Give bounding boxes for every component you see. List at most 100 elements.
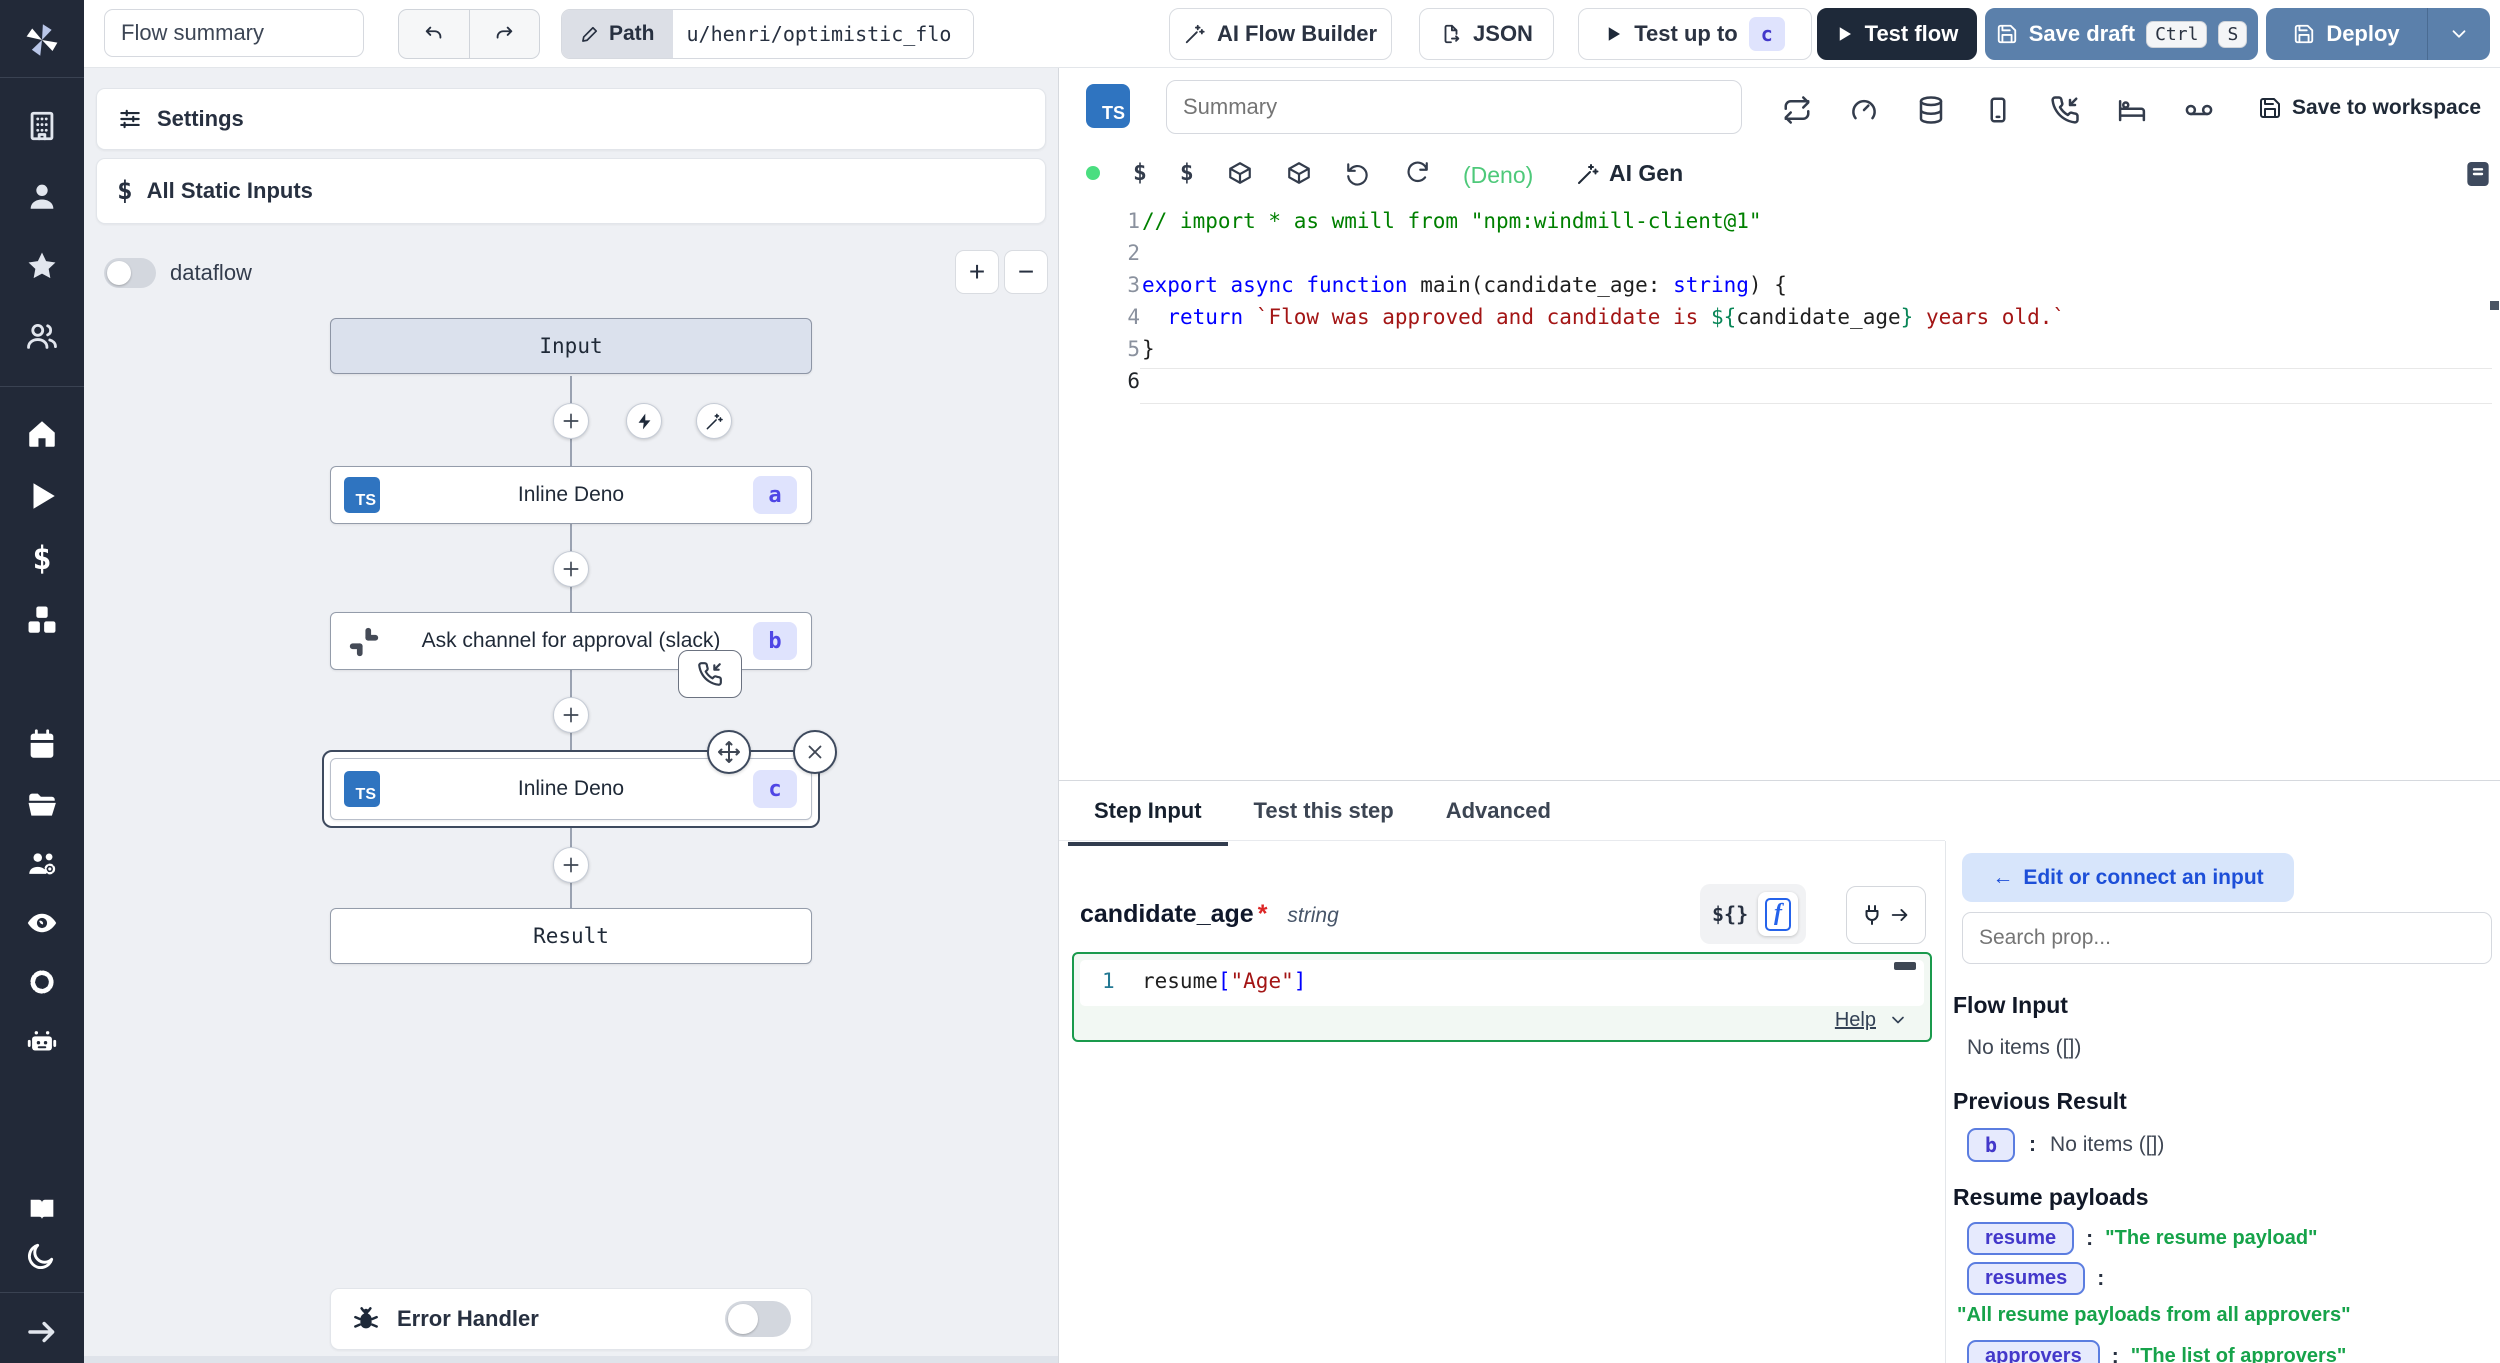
- move-node-handle[interactable]: [707, 730, 751, 774]
- retries-icon[interactable]: [1782, 95, 1812, 125]
- package-icon[interactable]: [1227, 160, 1253, 186]
- settings-icon[interactable]: [25, 965, 59, 999]
- dollar-icon: $: [117, 176, 133, 206]
- tab-step-input[interactable]: Step Input: [1068, 782, 1228, 846]
- test-flow-button[interactable]: Test flow: [1817, 8, 1977, 60]
- approvers-badge[interactable]: approvers: [1967, 1340, 2100, 1363]
- audit-logs-icon[interactable]: [25, 906, 59, 940]
- flow-input-empty: No items ([]): [1967, 1036, 2081, 1060]
- all-static-inputs-label: All Static Inputs: [147, 178, 313, 204]
- add-step-button-2[interactable]: [553, 551, 589, 587]
- variables-picker-icon[interactable]: $: [1180, 160, 1194, 186]
- workspace-icon[interactable]: [25, 109, 59, 143]
- deploy-menu-button[interactable]: [2428, 8, 2490, 60]
- scrollbar-marker: [2490, 301, 2499, 310]
- schedules-icon[interactable]: [25, 728, 59, 762]
- path-input[interactable]: [673, 10, 973, 58]
- suspend-approval-icon[interactable]: [2050, 95, 2080, 125]
- add-step-button-4[interactable]: [553, 847, 589, 883]
- users-icon[interactable]: [25, 319, 59, 353]
- vertical-divider: [1945, 841, 1946, 1363]
- flow-summary-input[interactable]: [104, 9, 364, 57]
- deploy-button[interactable]: Deploy: [2266, 8, 2428, 60]
- typescript-icon: TS: [1086, 84, 1130, 128]
- zoom-in-button[interactable]: +: [955, 250, 999, 294]
- node-result[interactable]: Result: [330, 908, 812, 964]
- dark-mode-icon[interactable]: [25, 1240, 59, 1274]
- ai-flow-builder-button[interactable]: AI Flow Builder: [1169, 8, 1392, 60]
- code-line-4: return `Flow was approved and candidate …: [1142, 305, 2065, 329]
- connect-input-button[interactable]: [1846, 886, 1926, 944]
- undo-button[interactable]: [399, 10, 470, 58]
- windmill-logo[interactable]: [21, 12, 63, 67]
- code-editor[interactable]: 1 2 3 4 5 6 // import * as wmill from "n…: [1060, 205, 2500, 775]
- workers-icon[interactable]: [25, 1025, 59, 1059]
- lightning-icon: [635, 412, 654, 431]
- home-icon[interactable]: [25, 417, 59, 451]
- json-button[interactable]: JSON: [1419, 8, 1554, 60]
- groups-icon[interactable]: [25, 847, 59, 881]
- dataflow-toggle[interactable]: [104, 258, 156, 288]
- trigger-button[interactable]: [626, 403, 662, 439]
- tab-advanced[interactable]: Advanced: [1420, 782, 1577, 846]
- expression-editor[interactable]: 1 resume["Age"] Help: [1072, 952, 1932, 1042]
- chevron-down-icon[interactable]: [1888, 1010, 1908, 1030]
- step-summary-input[interactable]: [1166, 80, 1742, 134]
- save-draft-button[interactable]: Save draft Ctrl S: [1985, 8, 2258, 60]
- deploy-split-button: Deploy: [2266, 8, 2490, 60]
- sleep-icon[interactable]: [2117, 95, 2147, 125]
- reload-icon[interactable]: [1404, 160, 1430, 186]
- mock-icon[interactable]: [1983, 95, 2013, 125]
- field-name: candidate_age: [1080, 900, 1254, 929]
- ai-suggest-button[interactable]: [696, 403, 732, 439]
- static-mode-button[interactable]: ${}: [1712, 902, 1748, 926]
- slack-icon: [347, 625, 381, 659]
- error-handler-toggle[interactable]: [725, 1301, 791, 1337]
- error-handler-card[interactable]: Error Handler: [330, 1288, 812, 1350]
- javascript-mode-button[interactable]: f: [1758, 892, 1798, 936]
- early-stop-gauge-icon[interactable]: [1849, 95, 1879, 125]
- voicemail-icon[interactable]: [2184, 95, 2214, 125]
- suspend-approval-chip[interactable]: [678, 650, 742, 698]
- save-to-workspace-button[interactable]: Save to workspace: [2258, 96, 2481, 120]
- delete-node-button[interactable]: [793, 730, 837, 774]
- variables-icon[interactable]: $: [25, 541, 59, 575]
- resumes-badge[interactable]: resumes: [1967, 1262, 2085, 1295]
- reset-icon[interactable]: [1345, 160, 1371, 186]
- cache-database-icon[interactable]: [1916, 95, 1946, 125]
- help-link[interactable]: Help: [1835, 1009, 1876, 1032]
- user-icon[interactable]: [25, 179, 59, 213]
- ai-gen-label: AI Gen: [1609, 160, 1683, 187]
- node-a[interactable]: TS Inline Deno a: [330, 466, 812, 524]
- favorites-icon[interactable]: [25, 249, 59, 283]
- folders-icon[interactable]: [25, 788, 59, 822]
- node-input[interactable]: Input: [330, 318, 812, 374]
- script-library-icon[interactable]: [2462, 158, 2494, 190]
- typescript-icon: TS: [344, 771, 380, 807]
- runtime-label: (Deno): [1463, 162, 1533, 189]
- add-step-button-1[interactable]: [553, 403, 589, 439]
- resume-row: resume : "The resume payload": [1967, 1222, 2318, 1255]
- plus-icon: [561, 559, 581, 579]
- assets-icon[interactable]: $: [1133, 160, 1147, 186]
- flow-settings-button[interactable]: Settings: [96, 88, 1046, 150]
- collapse-sidebar-icon[interactable]: [25, 1315, 59, 1349]
- all-static-inputs-button[interactable]: $ All Static Inputs: [96, 158, 1046, 224]
- tab-test-this-step[interactable]: Test this step: [1228, 782, 1420, 846]
- phone-incoming-icon: [697, 661, 723, 687]
- resume-badge[interactable]: resume: [1967, 1222, 2074, 1255]
- prev-result-badge[interactable]: b: [1967, 1128, 2015, 1162]
- ai-gen-button[interactable]: AI Gen: [1576, 160, 1683, 187]
- edit-or-connect-button[interactable]: ← Edit or connect an input: [1962, 853, 2294, 902]
- search-prop-input[interactable]: [1962, 912, 2492, 964]
- runs-icon[interactable]: [25, 479, 59, 513]
- package-lock-icon[interactable]: [1286, 160, 1312, 186]
- zoom-out-button[interactable]: −: [1004, 250, 1048, 294]
- resources-icon[interactable]: [25, 603, 59, 637]
- test-up-to-button[interactable]: Test up to c: [1578, 8, 1812, 60]
- redo-button[interactable]: [470, 10, 540, 58]
- add-step-button-3[interactable]: [553, 697, 589, 733]
- docs-icon[interactable]: [25, 1192, 59, 1226]
- code-line-5: }: [1142, 337, 1155, 361]
- path-button[interactable]: Path: [562, 10, 673, 58]
